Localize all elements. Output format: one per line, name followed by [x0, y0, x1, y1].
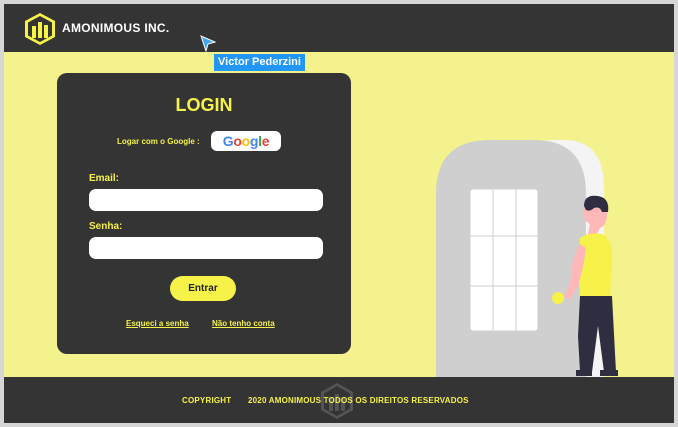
- google-letter: e: [261, 133, 270, 149]
- google-letter: o: [233, 133, 242, 149]
- google-login-button[interactable]: Google: [211, 131, 281, 151]
- footer: COPYRIGHT 2020 AMONIMOUS TODOS OS DIREIT…: [4, 377, 674, 423]
- collaborator-name-tag: Victor Pederzini: [214, 54, 305, 71]
- login-submit-button[interactable]: Entrar: [170, 276, 236, 301]
- top-navbar: AMONIMOUS INC.: [4, 4, 674, 52]
- google-letter: o: [241, 133, 251, 149]
- cursor-pointer-icon: [200, 35, 217, 52]
- google-letter: g: [249, 133, 259, 149]
- forgot-password-link[interactable]: Esqueci a senha: [126, 319, 189, 328]
- password-label: Senha:: [89, 221, 123, 232]
- google-letter: G: [222, 133, 234, 149]
- email-label: Email:: [89, 173, 120, 184]
- copyright-label: COPYRIGHT: [182, 396, 232, 405]
- no-account-link[interactable]: Não tenho conta: [212, 319, 275, 328]
- login-title: LOGIN: [175, 95, 233, 115]
- brand-name[interactable]: AMONIMOUS INC.: [62, 21, 170, 35]
- building-logo-icon[interactable]: [24, 12, 56, 46]
- door-person-illustration: [436, 140, 618, 379]
- password-field[interactable]: [89, 237, 323, 259]
- email-field[interactable]: [89, 189, 323, 211]
- google-login-label: Logar com o Google :: [117, 137, 200, 146]
- app-frame: AMONIMOUS INC. Victor Pederzini LOGIN Lo…: [4, 4, 674, 423]
- login-card: LOGIN Logar com o Google : Google Email:…: [57, 73, 351, 354]
- copyright-text: 2020 AMONIMOUS TODOS OS DIREITOS RESERVA…: [248, 396, 469, 405]
